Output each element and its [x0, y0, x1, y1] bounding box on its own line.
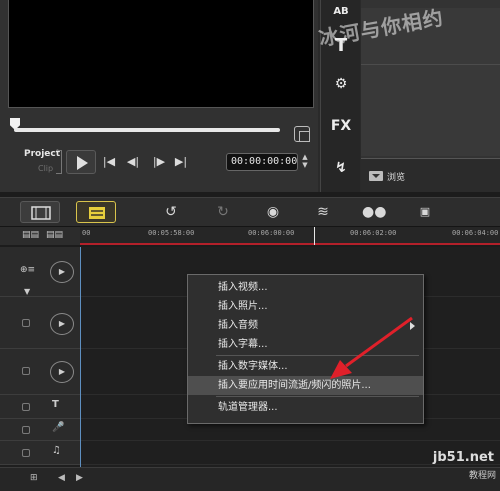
sound-mixer-icon[interactable]: ≋ [312, 203, 334, 221]
title-track-label-icon[interactable]: T [52, 399, 59, 410]
storyboard-view-button[interactable] [20, 201, 60, 223]
ruler-tick: 00:06:02:00 [350, 229, 397, 237]
timeline-icon [89, 207, 105, 219]
mode-project[interactable]: Project [24, 149, 60, 159]
track-header-title: T [0, 395, 80, 419]
submenu-arrow-icon [410, 322, 415, 330]
track-all-visible-icon[interactable]: ⊕≡ [20, 265, 35, 275]
menu-insert-digital-media[interactable]: 插入数字媒体... [188, 357, 423, 376]
go-to-start-icon[interactable]: |◀ [102, 154, 116, 170]
timeline-toolbar: ↺ ↻ ◉ ≋ ●● ▣ [0, 197, 500, 227]
chevron-down-icon[interactable]: ▼ [24, 287, 30, 296]
menu-separator [216, 355, 419, 356]
go-to-end-icon[interactable]: ▶| [174, 154, 188, 170]
ruler-tick: 00:06:04:00 [452, 229, 499, 237]
preview-screen [8, 0, 314, 108]
track-header-overlay-1: ▶ [0, 297, 80, 349]
browse-label: 浏览 [387, 172, 406, 183]
overlay-track-icon[interactable]: ▶ [50, 361, 74, 383]
ruler-head: ▤▤ ▤▤ [0, 227, 80, 245]
film-icon [31, 206, 51, 220]
lock-icon[interactable] [22, 367, 30, 375]
menu-insert-title[interactable]: 插入字幕... [188, 335, 423, 354]
browse-button[interactable]: 浏览 [369, 168, 405, 184]
overlay-track-icon[interactable]: ▶ [50, 313, 74, 335]
path-icon[interactable]: ↯ [327, 156, 355, 180]
menu-insert-time-lapse-photo[interactable]: 插入要应用时间流逝/频闪的照片... [188, 376, 423, 395]
menu-separator [216, 396, 419, 397]
ruler-tick: 00:05:58:00 [148, 229, 195, 237]
redo-icon[interactable]: ↻ [212, 203, 234, 221]
timecode-field[interactable]: 00:00:00:00 [226, 153, 298, 171]
scroll-right-icon[interactable]: ▶ [76, 473, 83, 483]
music-track-icon[interactable]: ♫ [52, 445, 61, 456]
next-frame-icon[interactable]: |▶ [150, 154, 168, 170]
menu-insert-video[interactable]: 插入视频... [188, 278, 423, 297]
lock-icon[interactable] [22, 449, 30, 457]
top-area: Project Clip |◀ ◀| |▶ ▶| 00:00:00:00 ▲ ▼ … [0, 0, 500, 192]
timeline-view-button[interactable] [76, 201, 116, 223]
timeline-start-line [80, 247, 81, 467]
ruler-tick: 00:06:00:00 [248, 229, 295, 237]
menu-insert-audio[interactable]: 插入音频 [188, 316, 423, 335]
track-header-voice: 🎤 [0, 419, 80, 441]
play-button[interactable] [66, 150, 96, 174]
menu-insert-audio-label: 插入音频 [218, 320, 258, 331]
site-domain: jb51.net [432, 450, 494, 465]
mode-clip[interactable]: Clip [38, 164, 53, 173]
menu-insert-photo[interactable]: 插入照片... [188, 297, 423, 316]
add-track-icon[interactable]: ▤▤ [46, 230, 63, 240]
auto-music-icon[interactable]: ●● [362, 203, 386, 221]
track-header-video: ⊕≡ ▼ ▶ [0, 247, 80, 297]
scrubber-track[interactable] [14, 128, 280, 132]
lock-icon[interactable] [22, 426, 30, 434]
track-view-icon[interactable]: ▤▤ [22, 230, 39, 240]
preview-panel: Project Clip |◀ ◀| |▶ ▶| 00:00:00:00 ▲ ▼ [0, 0, 318, 192]
filter-icon[interactable]: FX [327, 114, 355, 138]
record-capture-icon[interactable]: ◉ [262, 203, 284, 221]
playhead[interactable] [314, 227, 315, 245]
menu-track-manager[interactable]: 轨道管理器... [188, 398, 423, 417]
graphics-icon[interactable]: ⚙ [327, 72, 355, 96]
context-menu: 插入视频... 插入照片... 插入音频 插入字幕... 插入数字媒体... 插… [187, 274, 424, 424]
track-header-music: ♫ [0, 441, 80, 465]
ruler-tick: 00 [82, 229, 91, 237]
previous-frame-icon[interactable]: ◀| [124, 154, 142, 170]
site-name: 教程网 [468, 471, 496, 481]
timecode-spinner[interactable]: ▲ ▼ [300, 153, 310, 171]
voice-track-icon[interactable]: 🎤 [52, 422, 64, 433]
library-footer: 浏览 [361, 158, 500, 192]
lock-icon[interactable] [22, 319, 30, 327]
library-divider [361, 64, 500, 65]
folder-icon [369, 171, 383, 181]
fit-project-icon[interactable]: ⊞ [30, 473, 38, 483]
lock-icon[interactable] [22, 403, 30, 411]
timeline-ruler[interactable]: ▤▤ ▤▤ 00 00:05:58:00 00:06:00:00 00:06:0… [0, 227, 500, 245]
scroll-left-icon[interactable]: ◀ [58, 473, 65, 483]
track-header-overlay-2: ▶ [0, 349, 80, 395]
mode-bracket [56, 150, 62, 174]
video-track-icon[interactable]: ▶ [50, 261, 74, 283]
copy-icon[interactable] [294, 126, 310, 142]
title-track-icon[interactable]: ▣ [414, 203, 436, 221]
site-watermark: jb51.net 教程网 [360, 440, 500, 491]
undo-icon[interactable]: ↺ [160, 203, 182, 221]
